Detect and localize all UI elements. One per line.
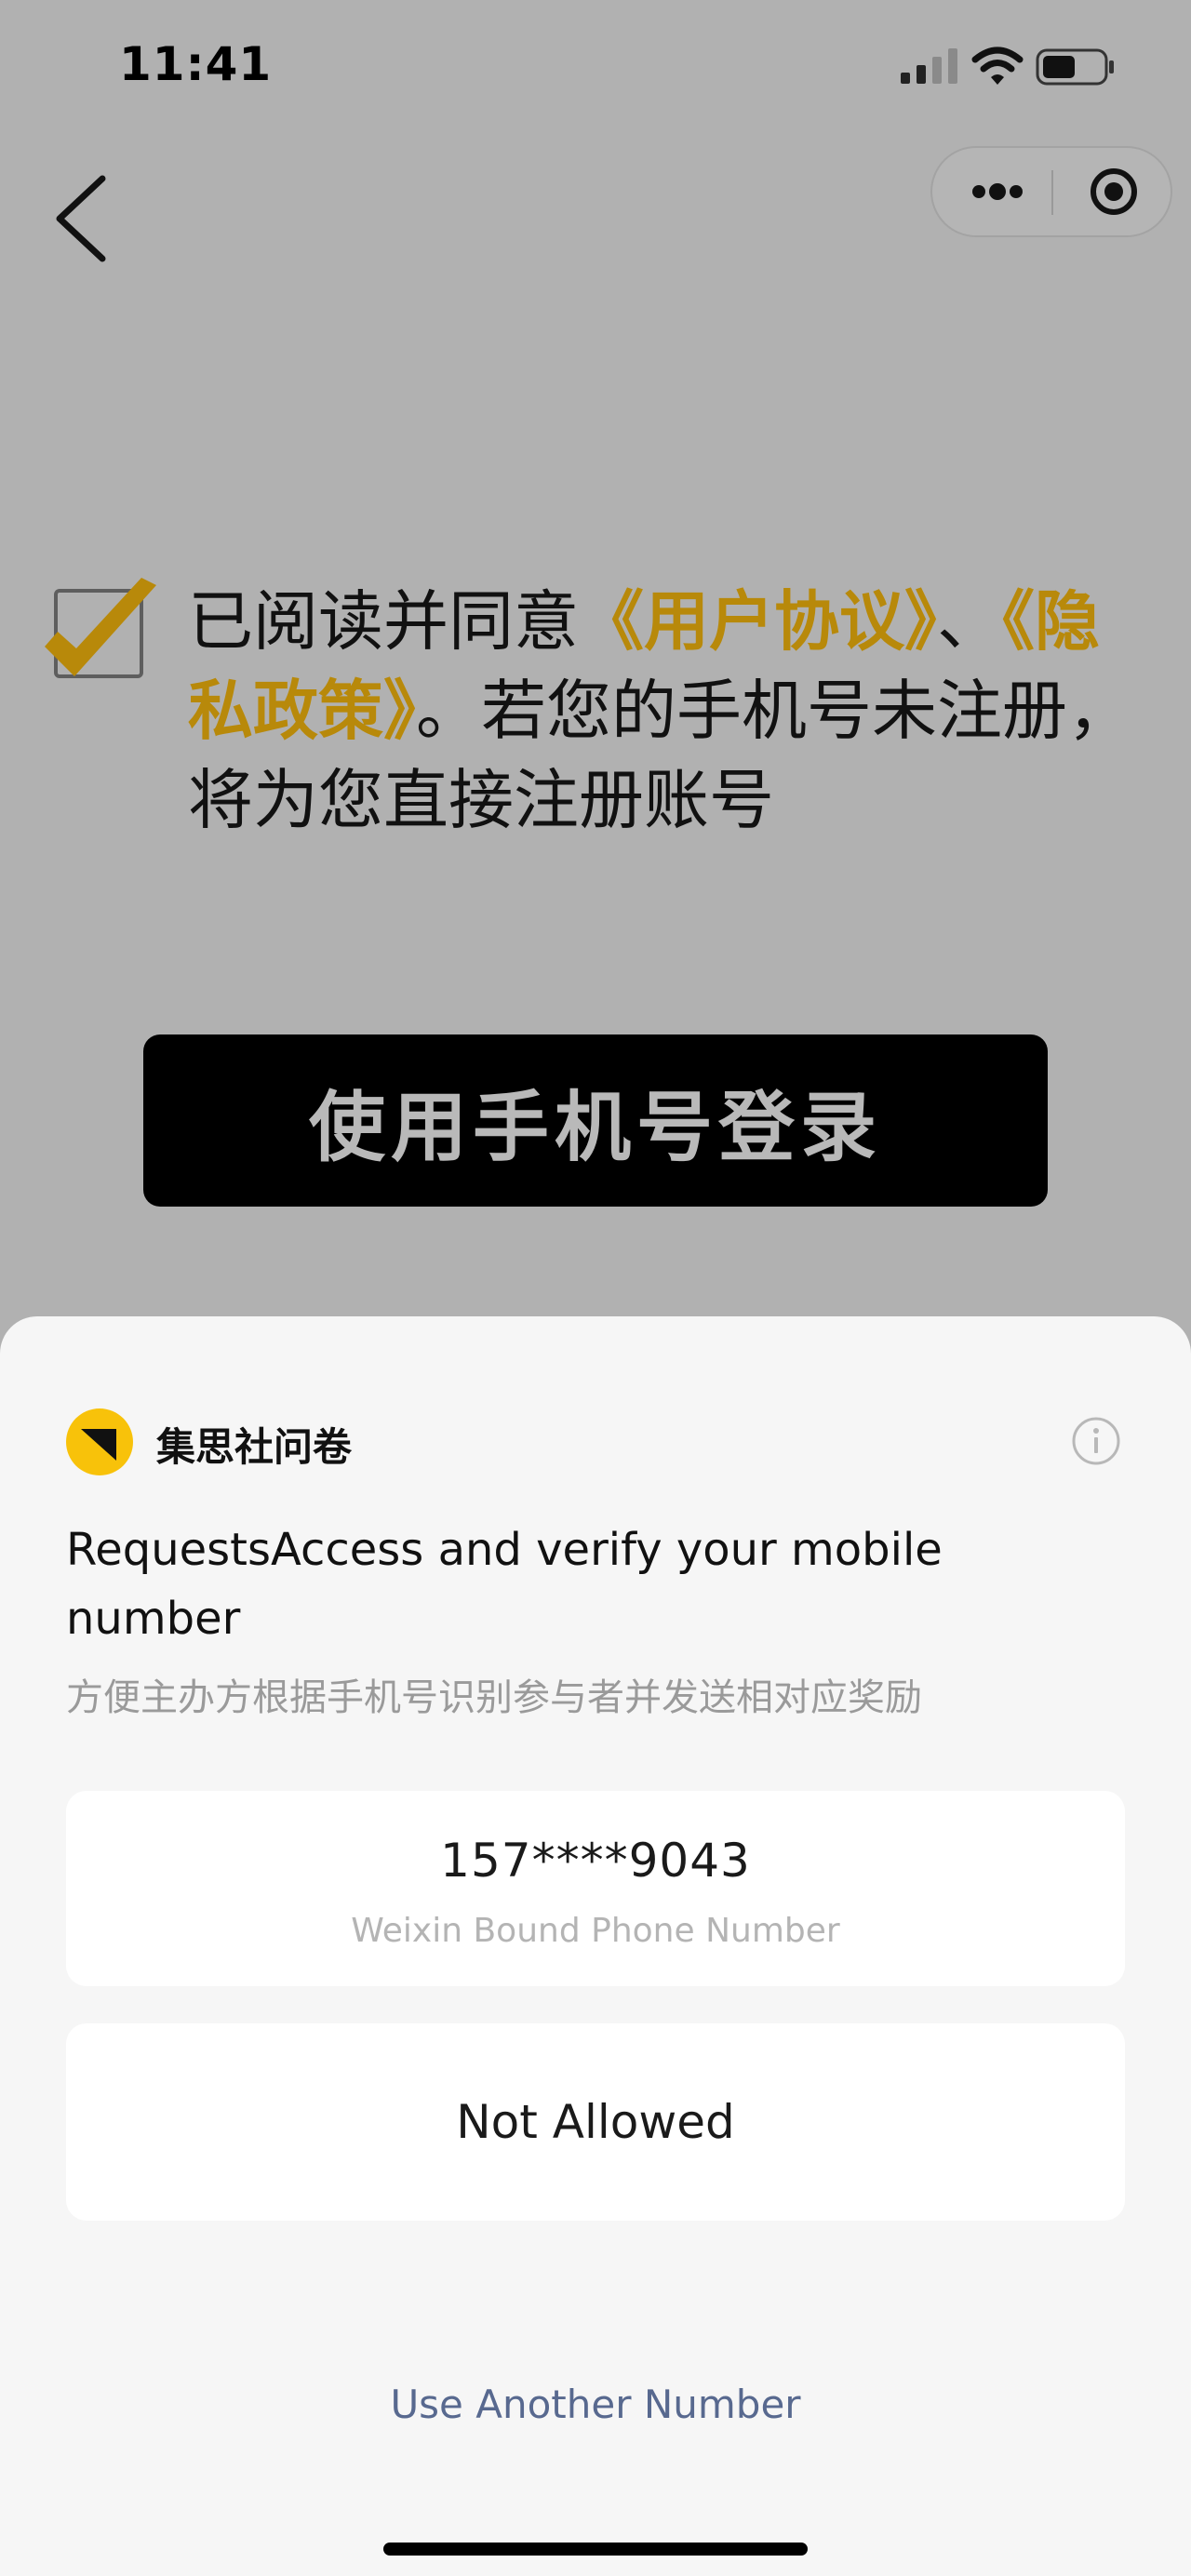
status-time: 11:41 bbox=[119, 37, 273, 91]
agreement-checkbox[interactable] bbox=[37, 572, 167, 693]
more-dots-icon bbox=[972, 183, 1023, 200]
sheet-title: RequestsAccess and verify your mobile nu… bbox=[66, 1524, 943, 1645]
wifi-icon bbox=[971, 47, 1024, 85]
phone-number: 157****9043 bbox=[440, 1834, 751, 1888]
home-indicator bbox=[383, 2543, 808, 2556]
app-logo-mark bbox=[81, 1429, 116, 1461]
checkmark-icon bbox=[45, 578, 156, 676]
phone-authorization-sheet: 集思社问卷 RequestsAccess and verify your mob… bbox=[0, 1316, 1191, 2576]
status-bar: 11:41 bbox=[0, 0, 1191, 130]
target-close-icon bbox=[1091, 168, 1137, 215]
battery-icon bbox=[1036, 48, 1114, 86]
use-another-number-link[interactable]: Use Another Number bbox=[0, 2382, 1191, 2427]
more-button[interactable] bbox=[951, 148, 1044, 235]
info-icon[interactable] bbox=[1070, 1415, 1122, 1467]
bound-phone-option[interactable]: 157****9043 Weixin Bound Phone Number bbox=[66, 1791, 1125, 1986]
back-button[interactable] bbox=[47, 167, 121, 270]
signal-icon bbox=[901, 48, 957, 84]
capsule-divider bbox=[1051, 170, 1053, 215]
app-name: 集思社问卷 bbox=[156, 1424, 353, 1470]
user-agreement-link[interactable]: 《用户协议》 bbox=[579, 583, 937, 660]
phone-caption: Weixin Bound Phone Number bbox=[351, 1912, 840, 1950]
not-allowed-label: Not Allowed bbox=[456, 2095, 735, 2149]
agreement-prefix: 已阅读并同意 bbox=[188, 583, 579, 660]
close-mini-program-button[interactable] bbox=[1063, 148, 1165, 235]
app-logo bbox=[66, 1408, 133, 1475]
not-allowed-option[interactable]: Not Allowed bbox=[66, 2023, 1125, 2221]
phone-login-button[interactable]: 使用手机号登录 bbox=[143, 1034, 1048, 1207]
mini-program-capsule bbox=[930, 146, 1172, 237]
agreement-text: 已阅读并同意《用户协议》、《隐私政策》。若您的手机号未注册，将为您直接注册账号 bbox=[188, 577, 1146, 845]
agreement-separator: 、 bbox=[937, 583, 1002, 660]
sheet-subtitle: 方便主办方根据手机号识别参与者并发送相对应奖励 bbox=[66, 1676, 922, 1719]
